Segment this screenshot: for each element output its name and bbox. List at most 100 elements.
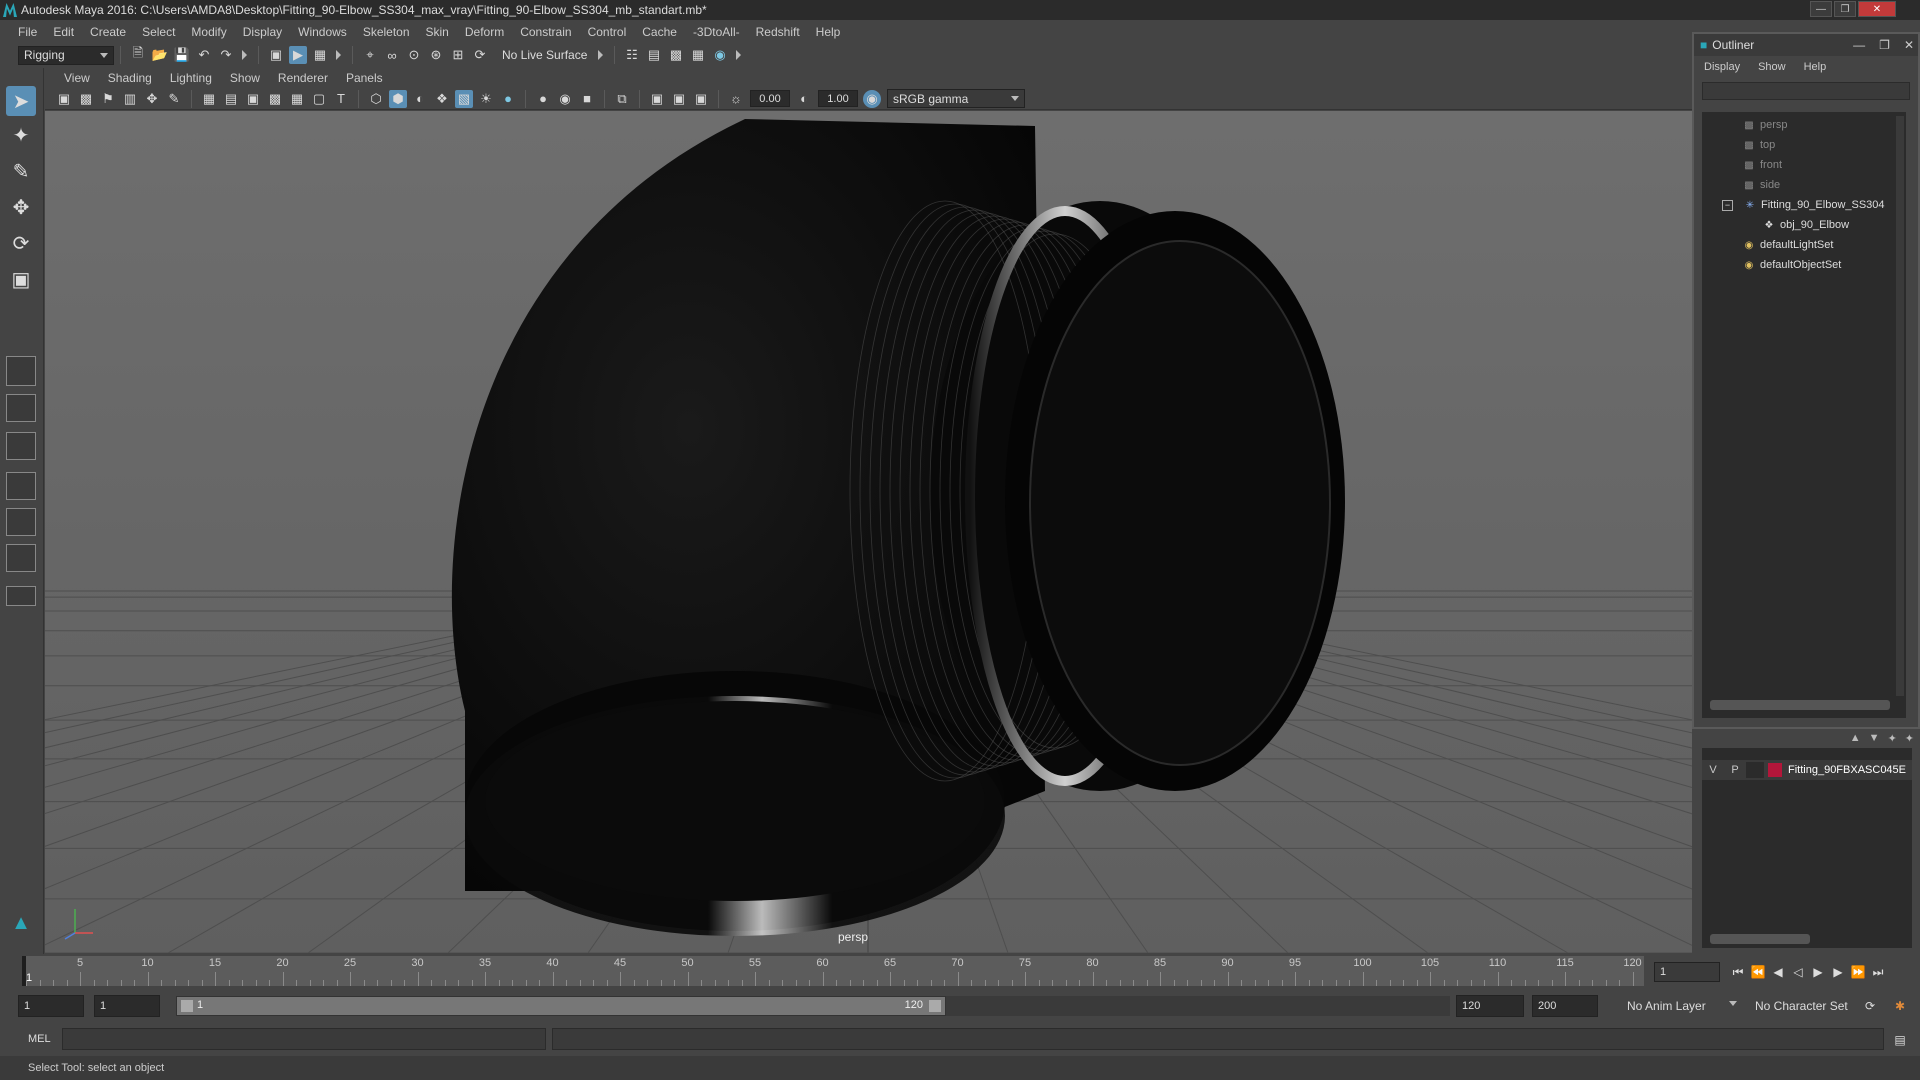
animation-start-field[interactable]: 1 xyxy=(18,995,84,1017)
step-back-frame-icon[interactable]: ◀ xyxy=(1768,962,1788,982)
snap-surface-icon[interactable]: ⊞ xyxy=(449,46,467,64)
layer-row[interactable]: V P Fitting_90FBXASC045E xyxy=(1702,760,1912,780)
preferences-icon[interactable]: ✱ xyxy=(1890,996,1910,1016)
character-set-dropdown[interactable]: No Character Set xyxy=(1750,995,1868,1017)
new-scene-icon[interactable]: 🗎 xyxy=(129,45,147,64)
viewport-menu-renderer[interactable]: Renderer xyxy=(269,71,337,85)
shadows-icon[interactable]: ● xyxy=(499,90,517,108)
restore-icon[interactable]: ❐ xyxy=(1834,1,1856,17)
viewport-menu-lighting[interactable]: Lighting xyxy=(161,71,221,85)
camera-select-icon[interactable]: ▣ xyxy=(55,90,73,108)
menu-modify[interactable]: Modify xyxy=(183,25,234,39)
command-input[interactable] xyxy=(62,1028,546,1050)
select-object-icon[interactable]: ▶ xyxy=(289,46,307,64)
menu-control[interactable]: Control xyxy=(580,25,635,39)
field-chart-icon[interactable]: ▦ xyxy=(288,90,306,108)
command-language[interactable]: MEL xyxy=(28,1033,51,1045)
outliner-item-front[interactable]: ▩ front xyxy=(1742,156,1782,174)
2d-pan-icon[interactable]: ✥ xyxy=(143,90,161,108)
color-space-dropdown[interactable]: sRGB gamma xyxy=(887,89,1025,108)
restore-icon[interactable]: ❐ xyxy=(1879,38,1890,52)
outliner-layout-icon[interactable] xyxy=(6,472,36,500)
collapse-layouts-icon[interactable] xyxy=(6,586,36,606)
range-start-handle[interactable] xyxy=(181,1000,193,1012)
range-track[interactable] xyxy=(946,996,1450,1016)
menu-select[interactable]: Select xyxy=(134,25,183,39)
menu-edit[interactable]: Edit xyxy=(45,25,82,39)
viewport-canvas[interactable] xyxy=(45,111,1692,953)
outliner-item-mesh[interactable]: ❖ obj_90_Elbow xyxy=(1762,216,1850,234)
collapse-icon[interactable]: − xyxy=(1722,199,1733,211)
scale-tool-icon[interactable]: ▣ xyxy=(6,264,36,294)
live-surface-field[interactable]: No Live Surface xyxy=(497,45,593,65)
undo-icon[interactable]: ↶ xyxy=(195,46,213,64)
menu-file[interactable]: File xyxy=(10,25,45,39)
render-frame-icon[interactable]: ▤ xyxy=(645,46,663,64)
select-component-icon[interactable]: ▦ xyxy=(311,46,329,64)
go-to-start-icon[interactable]: ⏮ xyxy=(1728,962,1748,982)
minimize-icon[interactable]: — xyxy=(1853,38,1865,52)
animation-end-field[interactable]: 200 xyxy=(1532,995,1598,1017)
hypershade-icon[interactable]: ◉ xyxy=(711,46,729,64)
anti-aliasing-icon[interactable]: ■ xyxy=(578,90,596,108)
maya-home-icon[interactable]: ▲ xyxy=(6,908,36,938)
outliner-menu-help[interactable]: Help xyxy=(1804,61,1827,73)
outliner-item-group[interactable]: − ✳ Fitting_90_Elbow_SS304 xyxy=(1722,196,1885,214)
layer-color-swatch[interactable] xyxy=(1768,763,1782,777)
exposure-field[interactable]: 0.00 xyxy=(750,90,790,107)
resolution-gate-icon[interactable]: ▣ xyxy=(244,90,262,108)
use-all-lights-icon[interactable]: ☀ xyxy=(477,90,495,108)
menu-3dtoall[interactable]: -3DtoAll- xyxy=(685,25,748,39)
wireframe-icon[interactable]: ⬡ xyxy=(367,90,385,108)
snap-curve-icon[interactable]: ∞ xyxy=(383,46,401,64)
screen-space-ao-icon[interactable]: ● xyxy=(534,90,552,108)
outliner-item-top[interactable]: ▩ top xyxy=(1742,136,1775,154)
menu-create[interactable]: Create xyxy=(82,25,134,39)
outliner-item-objectset[interactable]: ◉ defaultObjectSet xyxy=(1742,256,1842,274)
layer-scrollbar[interactable] xyxy=(1710,934,1810,944)
new-layer-selected-icon[interactable]: ✦ xyxy=(1905,732,1914,745)
outliner-menu-display[interactable]: Display xyxy=(1704,61,1740,73)
viewport-menu-shading[interactable]: Shading xyxy=(99,71,161,85)
viewport-menu-show[interactable]: Show xyxy=(221,71,269,85)
close-icon[interactable]: ✕ xyxy=(1858,1,1896,17)
ipr-render-icon[interactable]: ▩ xyxy=(667,46,685,64)
default-material-icon[interactable]: ◐ xyxy=(411,90,429,108)
camera-lock-icon[interactable]: ▩ xyxy=(77,90,95,108)
film-gate-icon[interactable]: ▤ xyxy=(222,90,240,108)
lasso-tool-icon[interactable]: ✦ xyxy=(6,120,36,150)
image-plane-icon[interactable]: ▥ xyxy=(121,90,139,108)
xray-icon[interactable]: ▣ xyxy=(648,90,666,108)
time-ruler[interactable]: 1 5 10 15 20 25 30 35 40 45 50 55 60 65 70 75 80 85 90 95 1… xyxy=(22,956,1644,986)
collapse-arrow-icon[interactable] xyxy=(598,50,603,60)
textured-icon[interactable]: ▧ xyxy=(455,89,473,108)
playback-end-field[interactable]: 120 xyxy=(1456,995,1524,1017)
color-management-icon[interactable]: ◉ xyxy=(863,89,881,108)
menu-help[interactable]: Help xyxy=(808,25,849,39)
script-editor-icon[interactable]: ▤ xyxy=(1890,1030,1910,1050)
play-forward-icon[interactable]: ▶ xyxy=(1808,962,1828,982)
wireframe-on-shaded-icon[interactable]: ❖ xyxy=(433,90,451,108)
current-frame-field[interactable]: 1 xyxy=(1654,962,1720,982)
move-layer-down-icon[interactable]: ▼ xyxy=(1869,732,1880,745)
collapse-arrow-icon[interactable] xyxy=(336,50,341,60)
outliner-item-lightset[interactable]: ◉ defaultLightSet xyxy=(1742,236,1834,254)
viewport-menu-view[interactable]: View xyxy=(55,71,99,85)
close-icon[interactable]: ✕ xyxy=(1904,38,1914,52)
select-hierarchy-icon[interactable]: ▣ xyxy=(267,46,285,64)
isolate-select-icon[interactable]: ⧉ xyxy=(613,90,631,108)
step-forward-frame-icon[interactable]: ▶ xyxy=(1828,962,1848,982)
select-tool-icon[interactable]: ➤ xyxy=(6,86,36,116)
redo-icon[interactable]: ↷ xyxy=(217,46,235,64)
gamma-field[interactable]: 1.00 xyxy=(818,90,858,107)
snap-view-icon[interactable]: ⊛ xyxy=(427,46,445,64)
menu-windows[interactable]: Windows xyxy=(290,25,355,39)
range-bar[interactable]: 1 120 xyxy=(176,996,946,1016)
outliner-search-field[interactable] xyxy=(1702,82,1910,100)
menu-deform[interactable]: Deform xyxy=(457,25,512,39)
play-backward-icon[interactable]: ◁ xyxy=(1788,962,1808,982)
bookmark-icon[interactable]: ⚑ xyxy=(99,90,117,108)
grease-pencil-icon[interactable]: ✎ xyxy=(165,90,183,108)
save-scene-icon[interactable]: 💾 xyxy=(173,46,191,64)
auto-key-icon[interactable]: ⟳ xyxy=(1860,996,1880,1016)
